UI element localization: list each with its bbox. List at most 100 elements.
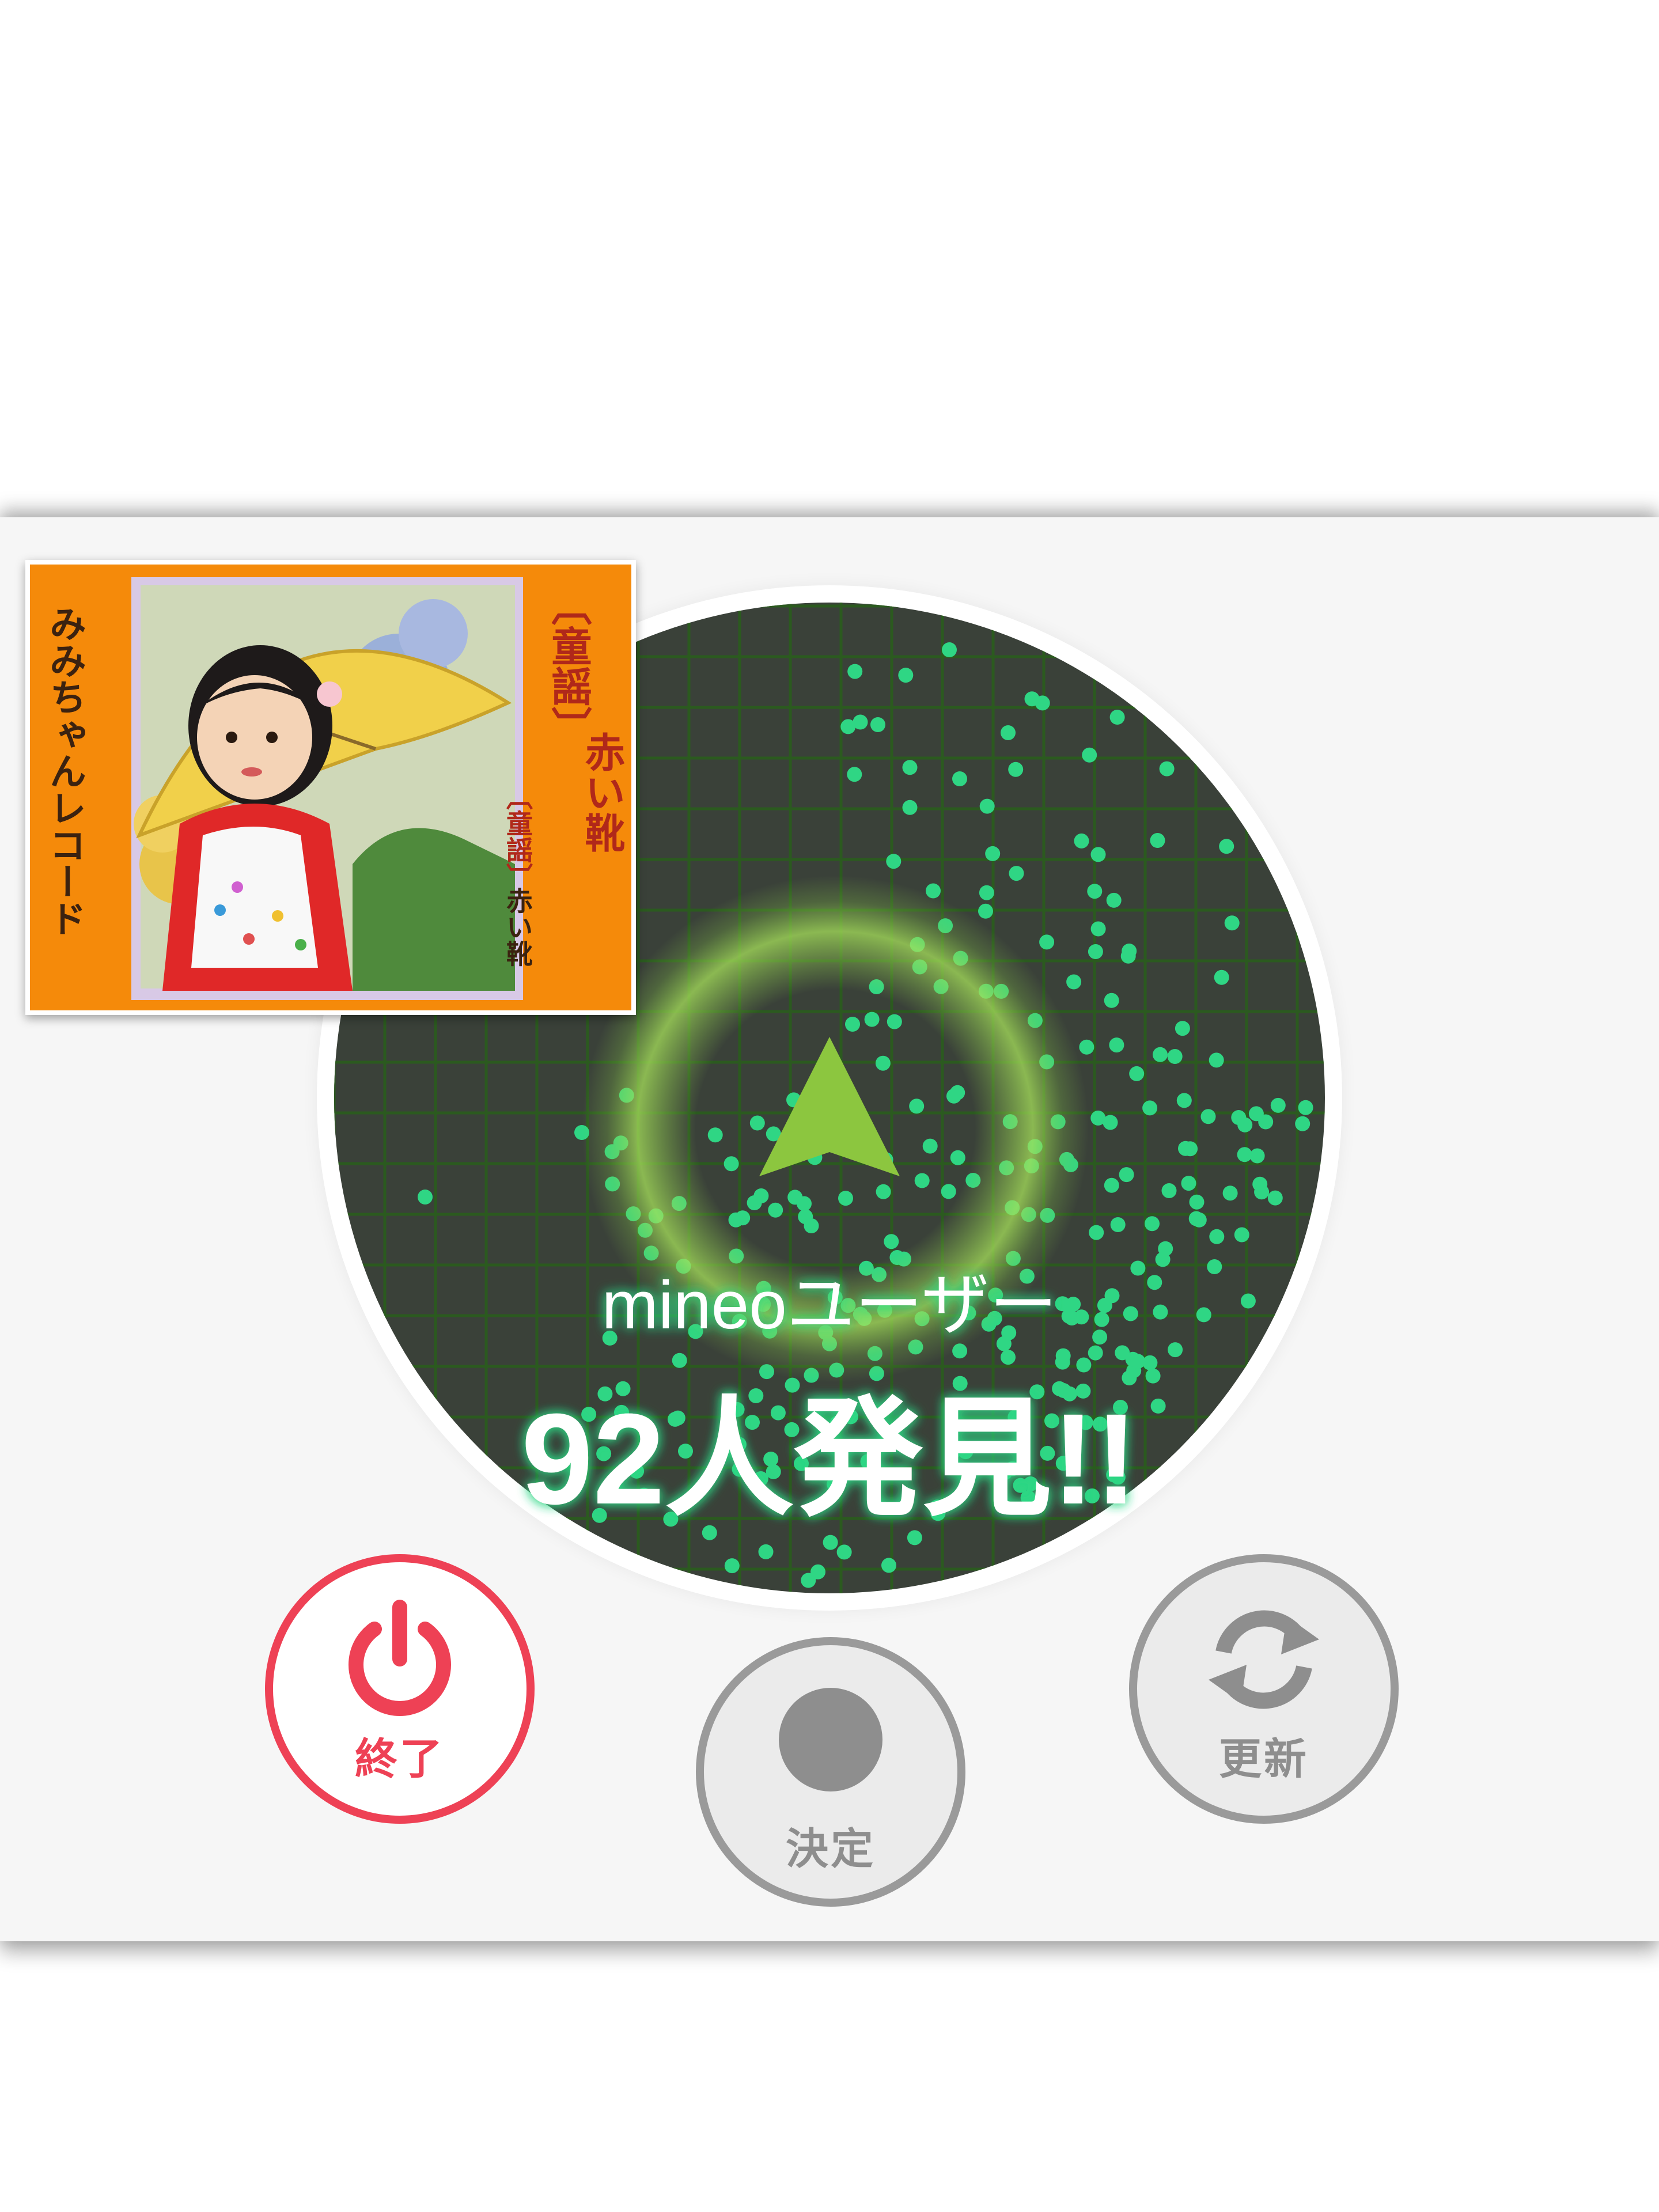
- user-dot: [1094, 1312, 1109, 1327]
- song-title-text: 赤い靴: [578, 732, 626, 853]
- record-dot-icon: [779, 1688, 882, 1791]
- user-dot: [1189, 1194, 1205, 1210]
- user-dot: [1090, 921, 1106, 937]
- user-dot: [1161, 1183, 1177, 1198]
- user-dot: [985, 846, 1001, 861]
- album-thumbnail[interactable]: みみちゃんレコード 〔童謡〕 赤い靴 〔童謡〕 赤い靴: [25, 560, 636, 1015]
- user-dot: [1267, 1190, 1283, 1206]
- user-dot: [1181, 1176, 1196, 1191]
- refresh-icon: [1209, 1610, 1319, 1709]
- user-dot: [1123, 1306, 1138, 1321]
- user-dot: [1237, 1147, 1252, 1162]
- user-dot: [1104, 1288, 1120, 1304]
- user-dot: [1231, 1110, 1247, 1125]
- user-dot: [907, 1530, 922, 1546]
- user-dot: [1104, 1177, 1119, 1193]
- user-dot: [1092, 1330, 1108, 1345]
- user-dot: [672, 1353, 687, 1368]
- user-dot: [1104, 993, 1119, 1008]
- user-dot: [853, 714, 868, 730]
- user-dot: [1196, 1307, 1211, 1323]
- user-dot: [1109, 1037, 1124, 1053]
- user-dot: [1207, 1259, 1222, 1274]
- user-dot: [724, 1558, 740, 1574]
- user-dot: [1074, 833, 1089, 849]
- user-dot: [1188, 1211, 1204, 1226]
- user-dot: [1109, 710, 1125, 725]
- user-dot: [1001, 1350, 1016, 1365]
- user-dot: [1209, 1229, 1225, 1244]
- end-button[interactable]: 終了: [265, 1554, 535, 1824]
- user-dot: [847, 767, 862, 782]
- song-title-small-text: 赤い靴: [502, 887, 533, 967]
- user-dot: [1158, 1241, 1173, 1256]
- user-dot: [881, 1558, 896, 1573]
- user-dot: [1153, 1047, 1168, 1062]
- user-dot: [823, 1535, 838, 1550]
- user-dot: [1200, 1109, 1216, 1124]
- user-dot: [1009, 866, 1024, 881]
- user-dot: [1088, 944, 1103, 959]
- user-dot: [1087, 884, 1103, 899]
- user-dot: [1130, 1260, 1146, 1276]
- user-dot: [1089, 1225, 1104, 1240]
- album-art: みみちゃんレコード 〔童謡〕 赤い靴 〔童謡〕 赤い靴: [30, 565, 631, 1010]
- user-dot: [1147, 1275, 1162, 1290]
- genre-small-text: 〔童謡〕: [502, 783, 533, 889]
- user-dot: [1079, 1039, 1094, 1055]
- user-dot: [1168, 1342, 1183, 1358]
- refresh-button[interactable]: 更新: [1129, 1554, 1399, 1824]
- user-dot: [1055, 1348, 1071, 1363]
- user-dot: [1090, 847, 1106, 862]
- user-dot: [952, 771, 967, 786]
- found-count: 92人発見!!: [521, 1387, 1138, 1531]
- user-dot: [902, 760, 918, 775]
- user-dot: [836, 1544, 852, 1560]
- user-dot: [1066, 1297, 1081, 1312]
- user-dot: [1119, 1167, 1134, 1183]
- user-dot: [942, 642, 957, 657]
- user-dot: [847, 664, 863, 679]
- user-dot: [1222, 1185, 1238, 1201]
- user-dot: [1224, 915, 1240, 931]
- user-dot: [1090, 1110, 1106, 1126]
- user-dot: [1001, 725, 1016, 740]
- refresh-label: 更新: [1219, 1734, 1309, 1784]
- user-dot: [1240, 1293, 1256, 1309]
- user-dot: [758, 1544, 774, 1559]
- user-dot: [902, 800, 918, 815]
- user-dot: [1234, 1227, 1249, 1243]
- user-dot: [1082, 747, 1097, 763]
- user-dot: [1298, 1100, 1313, 1115]
- mineo-user-label: mineoユーザー: [601, 1267, 1057, 1343]
- user-dot: [1130, 1354, 1146, 1369]
- user-dot: [1214, 969, 1229, 985]
- album-illustration: [131, 577, 523, 1000]
- user-dot: [1252, 1176, 1268, 1192]
- user-dot: [886, 854, 902, 869]
- decide-label: 決定: [786, 1824, 876, 1874]
- user-dot: [1249, 1148, 1265, 1164]
- user-dot: [1129, 1066, 1145, 1081]
- user-dot: [1024, 691, 1040, 707]
- power-icon: [349, 1600, 451, 1716]
- user-dot: [1145, 1216, 1160, 1232]
- user-dot: [1183, 1141, 1198, 1157]
- user-dot: [1039, 934, 1055, 950]
- user-dot: [979, 798, 995, 814]
- user-dot: [1295, 1116, 1310, 1131]
- user-dot: [1122, 1370, 1137, 1385]
- user-dot: [1145, 1368, 1161, 1384]
- user-dot: [1167, 1049, 1183, 1064]
- decide-button[interactable]: 決定: [696, 1637, 965, 1907]
- user-dot: [979, 885, 994, 900]
- user-dot: [898, 668, 914, 683]
- user-dot: [1270, 1097, 1286, 1113]
- record-label-text: みみちゃんレコード: [43, 605, 86, 937]
- genre-text: 〔童謡〕: [545, 585, 592, 747]
- user-dot: [1258, 1114, 1274, 1130]
- user-dot: [870, 717, 885, 732]
- user-dot: [1159, 761, 1175, 777]
- user-dot: [1175, 1021, 1190, 1036]
- user-dot: [1088, 1345, 1103, 1361]
